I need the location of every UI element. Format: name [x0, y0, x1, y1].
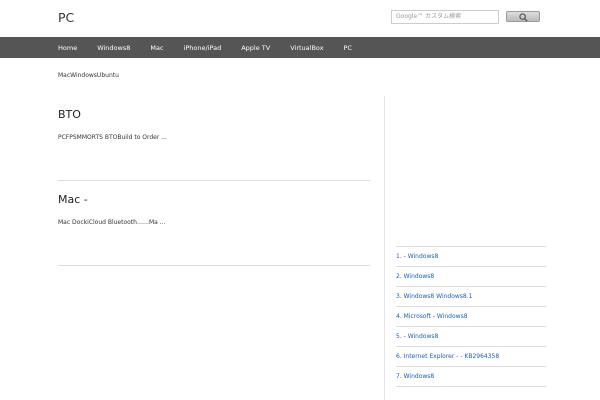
ranking-list: 1. - Windows8 2. Windows8 3. Windows8 Wi… — [396, 246, 546, 387]
divider — [58, 265, 370, 266]
nav-item-iphone-ipad[interactable]: iPhone/iPad — [184, 44, 222, 52]
article-title[interactable]: BTO — [58, 108, 81, 121]
nav-item-home[interactable]: Home — [58, 44, 77, 52]
site-tagline: MacWindowsUbuntu — [58, 72, 119, 79]
article-excerpt: Mac DockiCloud Bluetooth……Ma ... — [58, 219, 166, 226]
search-button[interactable] — [506, 11, 540, 22]
search-icon — [519, 13, 528, 22]
search-placeholder: Google™ カスタム検索 — [396, 13, 462, 20]
divider — [58, 180, 370, 181]
site-header: PC Google™ カスタム検索 — [0, 0, 600, 37]
nav-item-mac[interactable]: Mac — [150, 44, 163, 52]
ranking-item[interactable]: 3. Windows8 Windows8.1 — [396, 287, 546, 307]
sidebar-separator — [384, 96, 385, 400]
main-nav: Home Windows8 Mac iPhone/iPad Apple TV V… — [0, 37, 600, 58]
site-logo[interactable]: PC — [58, 10, 74, 25]
article-title[interactable]: Mac - — [58, 193, 88, 206]
search-input[interactable]: Google™ カスタム検索 — [391, 10, 499, 24]
nav-item-windows8[interactable]: Windows8 — [97, 44, 130, 52]
ranking-item[interactable]: 7. Windows8 — [396, 367, 546, 387]
ranking-item[interactable]: 5. - Windows8 — [396, 327, 546, 347]
nav-item-apple-tv[interactable]: Apple TV — [241, 44, 270, 52]
sidebar: 1. - Windows8 2. Windows8 3. Windows8 Wi… — [396, 240, 546, 387]
nav-item-virtualbox[interactable]: VirtualBox — [290, 44, 323, 52]
ranking-item[interactable]: 2. Windows8 — [396, 267, 546, 287]
article-excerpt: PCFPSMMORTS BTOBuild to Order ... — [58, 134, 167, 141]
ranking-item[interactable]: 1. - Windows8 — [396, 247, 546, 267]
ranking-item[interactable]: 4. Microsoft - Windows8 — [396, 307, 546, 327]
logo-text: PC — [58, 10, 75, 25]
nav-item-pc[interactable]: PC — [344, 44, 352, 52]
ranking-item[interactable]: 6. Internet Explorer - - KB2964358 — [396, 347, 546, 367]
